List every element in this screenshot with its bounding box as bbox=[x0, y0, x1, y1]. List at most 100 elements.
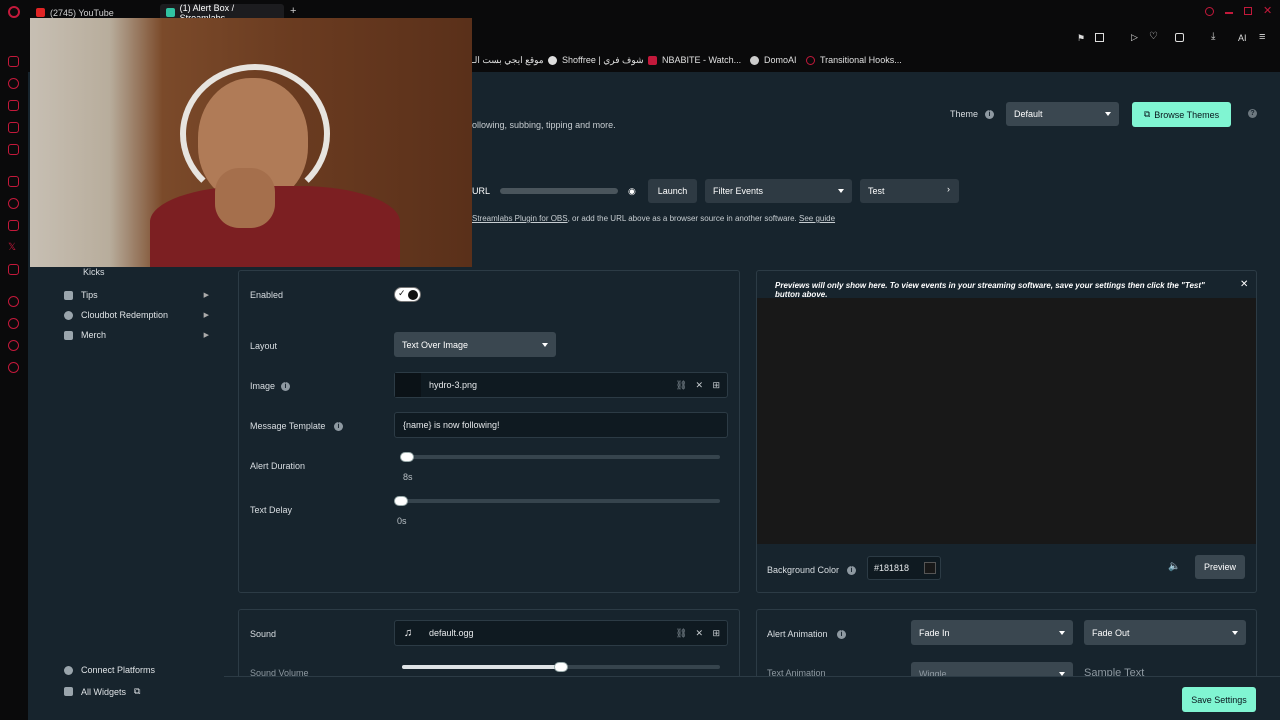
external-link-icon: ⧉ bbox=[134, 686, 141, 696]
test-button[interactable]: Test › bbox=[860, 179, 959, 203]
download-icon[interactable]: ⤓ bbox=[1211, 31, 1215, 42]
connect-platforms-link[interactable]: Connect Platforms bbox=[64, 665, 209, 675]
instagram-icon[interactable] bbox=[8, 122, 19, 133]
obs-plugin-link[interactable]: Streamlabs Plugin for OBS bbox=[472, 214, 568, 223]
see-guide-link[interactable]: See guide bbox=[799, 214, 835, 223]
ai-button[interactable]: AI bbox=[1238, 33, 1247, 43]
whatsapp-icon[interactable] bbox=[8, 78, 19, 89]
pinboard-icon[interactable] bbox=[8, 318, 19, 329]
sidebar-item-merch[interactable]: Merch ▶ bbox=[64, 330, 209, 340]
caret-down-icon bbox=[1059, 630, 1065, 635]
sidebar-item-cloudbot[interactable]: Cloudbot Redemption ▶ bbox=[64, 310, 209, 320]
help-icon[interactable]: ? bbox=[1248, 109, 1257, 118]
youtube-side-icon[interactable] bbox=[8, 264, 19, 275]
menu-icon[interactable]: ≡ bbox=[1259, 31, 1265, 43]
layout-select[interactable]: Text Over Image bbox=[394, 332, 556, 357]
theme-label: Theme bbox=[950, 109, 979, 119]
animation-out-value: Fade Out bbox=[1092, 627, 1130, 638]
info-icon[interactable]: i bbox=[847, 566, 856, 575]
nbabite-icon bbox=[648, 55, 657, 65]
browse-themes-button[interactable]: ⧉ Browse Themes bbox=[1132, 102, 1231, 127]
caret-right-icon: ▶ bbox=[203, 312, 209, 319]
heart-icon[interactable]: ♡ bbox=[1149, 31, 1158, 42]
cloudbot-icon bbox=[64, 310, 73, 320]
close-window-icon[interactable]: ✕ bbox=[1263, 4, 1272, 17]
link-icon[interactable]: ⛓ bbox=[676, 628, 687, 639]
background-color-input[interactable]: #181818 bbox=[867, 556, 941, 580]
save-settings-button[interactable]: Save Settings bbox=[1182, 687, 1256, 712]
messenger-icon[interactable] bbox=[8, 56, 19, 67]
extensions-icon[interactable] bbox=[1175, 33, 1184, 42]
minimize-icon[interactable] bbox=[1225, 12, 1233, 14]
info-icon[interactable]: i bbox=[985, 110, 994, 119]
enabled-label: Enabled bbox=[250, 290, 284, 300]
bookmark-item[interactable]: Shoffree | شوف فري bbox=[548, 55, 644, 66]
snapshot-icon[interactable] bbox=[1095, 33, 1104, 42]
eye-icon[interactable]: ◉ bbox=[628, 186, 636, 197]
sidebar-item-kicks[interactable]: Kicks bbox=[83, 267, 105, 277]
all-widgets-link[interactable]: All Widgets ⧉ bbox=[64, 686, 209, 697]
bookmark-label: موقع ايجي بست الـ bbox=[472, 55, 544, 65]
color-swatch[interactable] bbox=[924, 562, 936, 574]
image-field[interactable]: hydro-3.png ⛓ ✕ ⊞ bbox=[394, 372, 728, 398]
text-delay-label: Text Delay bbox=[250, 505, 293, 515]
settings-icon[interactable] bbox=[8, 362, 19, 373]
text-delay-slider[interactable] bbox=[402, 499, 720, 503]
info-icon[interactable]: i bbox=[334, 422, 343, 431]
alert-settings-panel: Enabled ✓ Layout Text Over Image Image i… bbox=[238, 270, 740, 593]
bookmark-item[interactable]: NBABITE - Watch... bbox=[648, 55, 741, 65]
enabled-toggle[interactable]: ✓ bbox=[394, 287, 421, 302]
opera-logo-icon[interactable] bbox=[8, 6, 20, 18]
vpn-icon[interactable] bbox=[8, 340, 19, 351]
filter-events-select[interactable]: Filter Events bbox=[705, 179, 852, 203]
slider-thumb[interactable] bbox=[554, 662, 568, 672]
bookmark-icon[interactable]: ⚑ bbox=[1077, 33, 1085, 44]
animation-out-select[interactable]: Fade Out bbox=[1084, 620, 1246, 645]
music-icon[interactable] bbox=[8, 144, 19, 155]
info-icon[interactable]: i bbox=[281, 382, 290, 391]
sound-filename: default.ogg bbox=[429, 628, 474, 638]
bookmark-item[interactable]: Transitional Hooks... bbox=[806, 55, 902, 65]
browse-themes-label: Browse Themes bbox=[1154, 109, 1220, 120]
new-tab-button[interactable]: + bbox=[290, 5, 296, 17]
volume-fill bbox=[402, 665, 561, 669]
vk-icon[interactable] bbox=[8, 176, 19, 187]
play-icon[interactable]: ▷ bbox=[1131, 32, 1138, 43]
search-tabs-icon[interactable] bbox=[1205, 7, 1214, 16]
info-icon[interactable]: i bbox=[837, 630, 846, 639]
discord-icon[interactable] bbox=[8, 220, 19, 231]
preview-button[interactable]: Preview bbox=[1195, 555, 1245, 579]
sound-field[interactable]: ♫ default.ogg ⛓ ✕ ⊞ bbox=[394, 620, 728, 646]
volume-icon[interactable]: 🔈 bbox=[1168, 561, 1180, 572]
theme-select[interactable]: Default bbox=[1006, 102, 1119, 126]
image-thumbnail bbox=[395, 373, 421, 397]
clear-icon[interactable]: ✕ bbox=[695, 628, 703, 639]
hand bbox=[215, 168, 275, 228]
slider-thumb[interactable] bbox=[400, 452, 414, 462]
close-icon[interactable]: ✕ bbox=[1240, 279, 1248, 290]
history-icon[interactable] bbox=[8, 198, 19, 209]
background-color-label: Background Color bbox=[767, 565, 840, 575]
telegram-icon[interactable] bbox=[8, 100, 19, 111]
clock-icon[interactable] bbox=[8, 296, 19, 307]
sidebar-item-tips[interactable]: Tips ▶ bbox=[64, 290, 209, 300]
bookmark-label: Shoffree | شوف فري bbox=[562, 55, 644, 65]
launch-button[interactable]: Launch bbox=[648, 179, 697, 203]
clear-icon[interactable]: ✕ bbox=[695, 380, 703, 391]
widget-url-field[interactable]: URL ◉ bbox=[464, 179, 638, 203]
preview-canvas bbox=[757, 298, 1256, 544]
animation-in-select[interactable]: Fade In bbox=[911, 620, 1073, 645]
link-icon[interactable]: ⛓ bbox=[676, 380, 687, 391]
grid-icon[interactable]: ⊞ bbox=[712, 380, 720, 391]
message-template-input[interactable]: {name} is now following! bbox=[394, 412, 728, 438]
alert-duration-slider[interactable] bbox=[402, 455, 720, 459]
x-icon[interactable]: 𝕏 bbox=[8, 242, 19, 253]
merch-icon bbox=[64, 330, 73, 340]
maximize-icon[interactable] bbox=[1244, 7, 1252, 15]
bookmark-label: NBABITE - Watch... bbox=[662, 55, 742, 65]
preview-panel: Previews will only show here. To view ev… bbox=[756, 270, 1257, 593]
bookmark-item[interactable]: DomoAI bbox=[750, 55, 797, 65]
grid-icon[interactable]: ⊞ bbox=[712, 628, 720, 639]
slider-thumb[interactable] bbox=[394, 496, 408, 506]
bookmark-item[interactable]: موقع ايجي بست الـ bbox=[472, 55, 544, 66]
